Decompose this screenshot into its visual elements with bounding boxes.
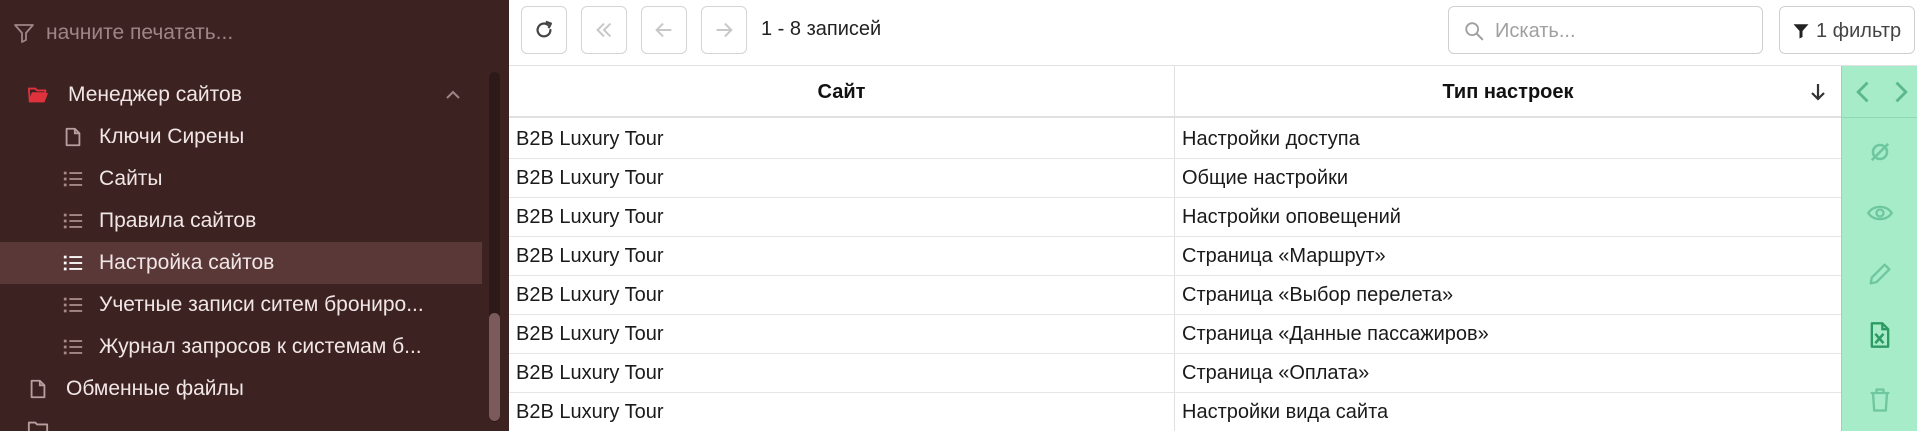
sidebar-filter-row — [0, 0, 509, 66]
cell-settings-type: Страница «Выбор перелета» — [1182, 284, 1454, 306]
sidebar-item-label: Настройка сайтов — [99, 251, 275, 274]
list-icon — [63, 255, 83, 271]
pencil-icon[interactable] — [1866, 260, 1894, 288]
cell-site: B2B Luxury Tour — [516, 167, 664, 189]
cell-settings-type: Страница «Оплата» — [1182, 362, 1370, 384]
chevron-up-icon[interactable] — [443, 85, 463, 105]
table-row[interactable]: B2B Luxury Tour Страница «Оплата» — [509, 354, 1841, 393]
refresh-icon — [536, 20, 552, 38]
cell-settings-type: Настройки вида сайта — [1182, 401, 1389, 423]
column-header-settings-type[interactable]: Тип настроек — [1175, 66, 1841, 118]
trash-icon[interactable] — [1866, 386, 1894, 414]
table-row[interactable]: B2B Luxury Tour Страница «Маршрут» — [509, 237, 1841, 276]
sidebar-item-label: Учетные записи ситем брониро... — [99, 293, 424, 316]
search-input[interactable] — [1495, 17, 1755, 45]
filter-icon — [14, 24, 34, 43]
chevron-right-icon[interactable] — [1886, 78, 1914, 106]
sidebar-filter-input[interactable] — [46, 18, 466, 48]
file-icon — [65, 127, 81, 147]
sidebar-item-sites[interactable]: Сайты — [0, 158, 482, 200]
table-row[interactable]: B2B Luxury Tour Настройки вида сайта — [509, 393, 1841, 431]
table-row[interactable]: B2B Luxury Tour Настройки доступа — [509, 120, 1841, 159]
cell-site: B2B Luxury Tour — [516, 284, 664, 306]
clear-selection-icon[interactable] — [1866, 138, 1894, 166]
cell-site: B2B Luxury Tour — [516, 206, 664, 228]
sidebar-item-label: Правила сайтов — [99, 209, 257, 232]
next-page-button[interactable] — [701, 6, 747, 54]
filter-button[interactable]: 1 фильтр — [1779, 6, 1915, 54]
filter-button-label: 1 фильтр — [1816, 20, 1902, 42]
sidebar-item-label: Менеджер сайтов — [68, 83, 242, 106]
table-row[interactable]: B2B Luxury Tour Страница «Выбор перелета… — [509, 276, 1841, 315]
sidebar-item-exchange-files[interactable]: Обменные файлы — [0, 368, 482, 410]
sidebar-item-request-log[interactable]: Журнал запросов к системам б... — [0, 326, 482, 368]
cell-settings-type: Настройки оповещений — [1182, 206, 1401, 228]
sidebar-item-sirena-keys[interactable]: Ключи Сирены — [0, 116, 482, 158]
sidebar-item-booking-accounts[interactable]: Учетные записи ситем брониро... — [0, 284, 482, 326]
cell-settings-type: Страница «Данные пассажиров» — [1182, 323, 1489, 345]
chevron-left-icon[interactable] — [1850, 78, 1878, 106]
cell-settings-type: Общие настройки — [1182, 167, 1348, 189]
arrow-down-icon[interactable] — [1810, 82, 1826, 102]
search-icon — [1465, 22, 1484, 41]
eye-icon[interactable] — [1866, 199, 1894, 227]
cell-settings-type: Страница «Маршрут» — [1182, 245, 1386, 267]
sidebar-item-label: Ключи Сирены — [99, 125, 245, 148]
first-page-button[interactable] — [581, 6, 627, 54]
table-row[interactable]: B2B Luxury Tour Настройки оповещений — [509, 198, 1841, 237]
arrow-right-icon — [716, 22, 733, 38]
action-rail — [1841, 66, 1917, 431]
grid-toolbar: 1 - 8 записей 1 фильтр — [509, 0, 1917, 66]
sidebar-item-label: Обменные файлы — [66, 377, 244, 400]
folder-open-icon — [27, 87, 49, 103]
sidebar-scrollbar-thumb[interactable] — [489, 313, 500, 421]
excel-export-icon[interactable] — [1866, 321, 1894, 349]
cell-site: B2B Luxury Tour — [516, 362, 664, 384]
column-header-site[interactable]: Сайт — [509, 66, 1174, 118]
grid-header: Сайт Тип настроек — [509, 66, 1841, 118]
cell-site: B2B Luxury Tour — [516, 128, 664, 150]
table-row[interactable]: B2B Luxury Tour Страница «Данные пассажи… — [509, 315, 1841, 354]
cell-site: B2B Luxury Tour — [516, 323, 664, 345]
list-icon — [63, 339, 83, 355]
sidebar-item-site-settings[interactable]: Настройка сайтов — [0, 242, 482, 284]
sidebar-item-site-manager[interactable]: Менеджер сайтов — [0, 74, 482, 116]
cell-site: B2B Luxury Tour — [516, 245, 664, 267]
cell-settings-type: Настройки доступа — [1182, 128, 1360, 150]
sidebar-item-label: Сайты — [99, 167, 163, 190]
arrow-left-icon — [655, 22, 672, 38]
list-icon — [63, 213, 83, 229]
rail-nav — [1842, 66, 1917, 118]
sidebar-item-site-rules[interactable]: Правила сайтов — [0, 200, 482, 242]
refresh-button[interactable] — [521, 6, 567, 54]
record-count: 1 - 8 записей — [761, 18, 882, 40]
data-grid: Сайт Тип настроек B2B Luxury Tour Настро… — [509, 66, 1841, 431]
search-box[interactable] — [1448, 6, 1763, 54]
double-chevron-left-icon — [596, 22, 612, 38]
list-icon — [63, 297, 83, 313]
list-icon — [63, 171, 83, 187]
cell-site: B2B Luxury Tour — [516, 401, 664, 423]
sidebar: Менеджер сайтов Ключи Сирены Сайты Прави… — [0, 0, 509, 431]
file-icon — [30, 379, 46, 399]
filter-icon — [1793, 24, 1809, 39]
prev-page-button[interactable] — [641, 6, 687, 54]
sidebar-item-label: Журнал запросов к системам б... — [99, 335, 422, 358]
table-row[interactable]: B2B Luxury Tour Общие настройки — [509, 159, 1841, 198]
folder-icon — [27, 421, 49, 431]
